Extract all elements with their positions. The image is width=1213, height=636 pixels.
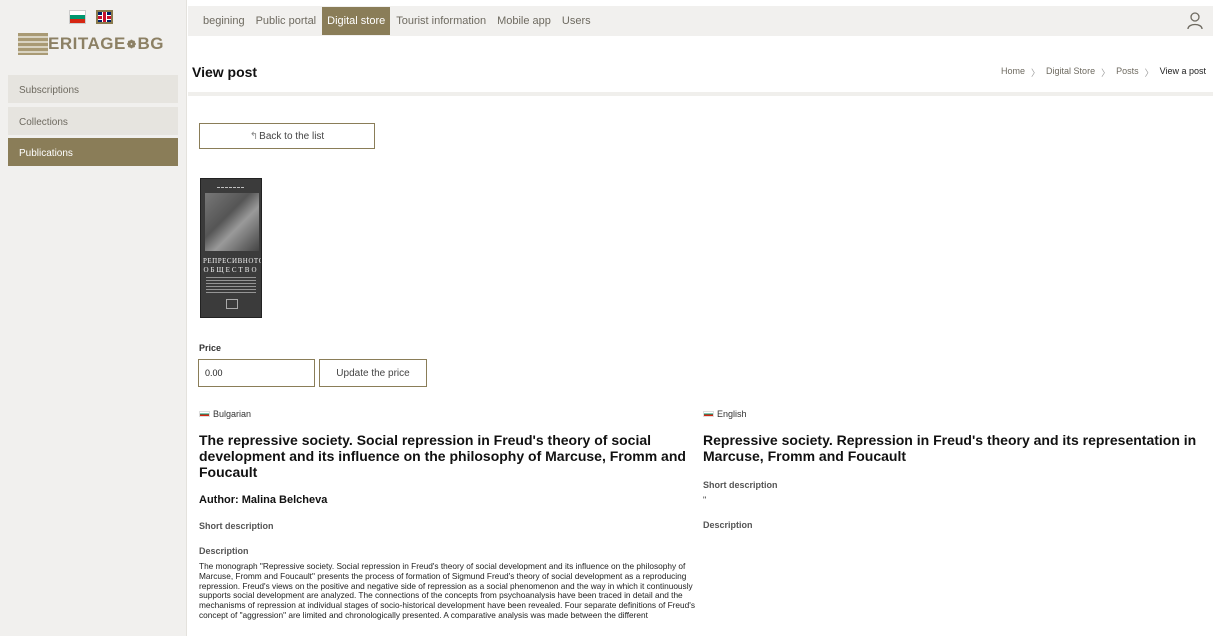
publisher-logo-icon [226,299,238,309]
language-label-bulgarian: Bulgarian [213,409,252,419]
update-price-button[interactable]: Update the price [319,359,427,387]
language-bulgarian: Bulgarian [199,409,251,419]
uk-flag-icon[interactable] [96,10,113,24]
tab-mobile-app[interactable]: Mobile app [492,7,556,35]
sidebar-item-collections[interactable]: Collections [8,107,178,135]
short-description-label-english: Short description [703,480,778,490]
logo[interactable]: ERITAGE ❁ BG [18,33,164,55]
cover-title-line1: РЕПРЕСИВНОТО [203,257,262,265]
price-input[interactable] [198,359,315,387]
undo-arrow-icon: ↰ [249,130,259,142]
breadcrumb-current: View a post [1159,66,1206,76]
description-text-bulgarian: The monograph "Repressive society. Socia… [199,561,695,620]
tab-public-portal[interactable]: Public portal [251,7,322,35]
post-author: Author: Malina Belcheva [199,494,328,506]
cover-photo [205,193,259,251]
language-english: English [703,409,747,419]
cover-title-line2: ОБЩЕСТВО [203,266,259,274]
logo-globe-icon: ❁ [126,38,137,51]
header-divider [188,92,1213,96]
bulgarian-flag-icon[interactable] [69,10,86,24]
back-to-list-button[interactable]: ↰ Back to the list [199,123,375,149]
logo-text: ERITAGE [48,34,126,53]
language-label-english: English [717,409,747,419]
chevron-right-icon: 〉 [1031,68,1041,78]
logo-suffix: BG [137,34,165,53]
book-cover-image: ▬▬▬▬▬▬▬ РЕПРЕСИВНОТО ОБЩЕСТВО [200,178,262,318]
tab-users[interactable]: Users [557,7,596,35]
tab-begining[interactable]: begining [198,7,250,35]
post-title-english: Repressive society. Repression in Freud'… [703,432,1197,464]
back-to-list-label: Back to the list [259,130,325,142]
description-label-bulgarian: Description [199,546,249,556]
price-label: Price [199,343,222,353]
sidebar-item-subscriptions[interactable]: Subscriptions [8,75,178,103]
breadcrumb-digital-store[interactable]: Digital Store [1046,66,1095,79]
user-icon[interactable] [1187,12,1203,30]
post-title-bulgarian: The repressive society. Social repressio… [199,432,686,480]
bulgarian-flag-icon [703,411,714,417]
bulgarian-flag-icon [199,411,210,417]
page-title: View post [192,64,258,80]
cover-author-line: ▬▬▬▬▬▬▬ [217,185,245,189]
sidebar-item-publications[interactable]: Publications [8,138,178,166]
logo-h-icon [18,33,48,55]
short-description-label-bulgarian: Short description [199,521,274,531]
top-nav: begining Public portal Digital store Tou… [188,6,1213,36]
language-switcher [69,10,113,24]
tab-digital-store[interactable]: Digital store [322,7,391,35]
short-description-value-english: " [703,495,707,505]
breadcrumb-home[interactable]: Home [1001,66,1025,79]
cover-subtitle-lines [206,277,256,293]
breadcrumb-posts[interactable]: Posts [1116,66,1139,79]
description-label-english: Description [703,520,753,530]
breadcrumb: Home 〉 Digital Store 〉 Posts 〉 View a po… [1001,66,1206,79]
chevron-right-icon: 〉 [1144,68,1154,78]
sidebar: ERITAGE ❁ BG Subscriptions Collections P… [0,0,187,636]
chevron-right-icon: 〉 [1101,68,1111,78]
tab-tourist-information[interactable]: Tourist information [391,7,491,35]
